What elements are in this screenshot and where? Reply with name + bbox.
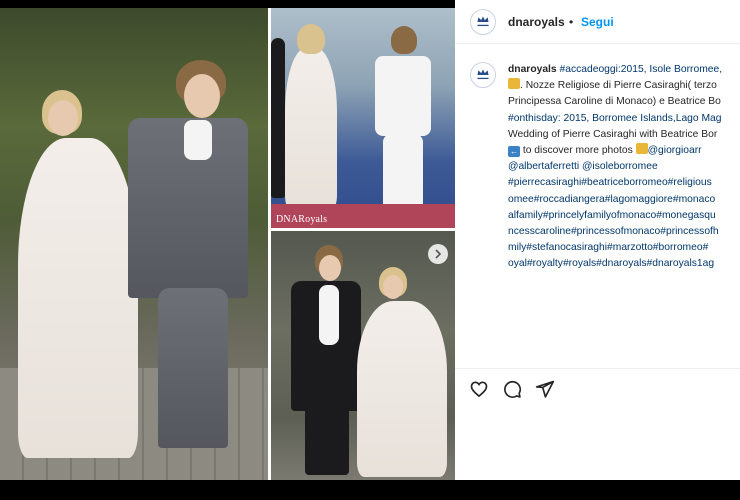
photo-couple-waving <box>271 231 455 480</box>
bottom-frame <box>0 480 740 500</box>
profile-avatar[interactable] <box>470 9 496 35</box>
photo-couple-stage <box>271 8 455 228</box>
caption-text-7[interactable]: @albertaferretti @isoleborromee <box>508 159 740 175</box>
caption-text-5: Wedding of Pierre Casiraghi with Beatric… <box>508 128 718 140</box>
groom-trousers-2 <box>383 134 423 214</box>
post-side-panel: dnaroyals • Segui dnaroyals #accadeoggi:… <box>455 0 740 500</box>
bride-face-3 <box>383 275 403 299</box>
caption-username[interactable]: dnaroyals <box>508 64 557 75</box>
post-header: dnaroyals • Segui <box>455 0 740 44</box>
crown-emoji-icon <box>508 78 520 90</box>
guest-left <box>271 38 285 198</box>
post-actions <box>455 368 740 408</box>
follow-button[interactable]: Segui <box>581 15 614 29</box>
back-arrow-emoji-icon: ← <box>508 146 520 158</box>
photo-couple-walking <box>0 8 268 480</box>
groom-shirt-3 <box>319 285 339 345</box>
caption-text-1: #accadeoggi:2015, Isole Borromee, <box>556 64 723 75</box>
groom-face-3 <box>319 255 341 281</box>
caption-avatar[interactable] <box>470 62 496 88</box>
post-caption: dnaroyals #accadeoggi:2015, Isole Borrom… <box>508 62 740 273</box>
crown-logo-icon <box>477 16 489 27</box>
bride-gown <box>18 138 138 458</box>
caption-line-2: . Nozze Religiose di Pierre Casiraghi( t… <box>508 78 740 94</box>
caption-text-11[interactable]: ncesscaroline#princessofmonaco#princesso… <box>508 224 740 240</box>
caption-line-1: dnaroyals #accadeoggi:2015, Isole Borrom… <box>508 62 740 78</box>
share-icon <box>535 380 555 398</box>
groom-trousers-3 <box>305 401 349 475</box>
post-media[interactable]: DNARoyals <box>0 8 455 480</box>
bride-gown-2 <box>285 48 337 208</box>
caption-text-10[interactable]: alfamily#princelyfamilyofmonaco#monegasq… <box>508 208 740 224</box>
caption-text-3: Principessa Caroline di Monaco) e Beatri… <box>508 96 721 108</box>
bride-gown-3 <box>357 301 447 477</box>
like-button[interactable] <box>469 379 489 399</box>
heart-icon <box>470 381 488 398</box>
comment-icon <box>504 380 522 398</box>
groom-face <box>184 74 220 118</box>
caption-mention-inline[interactable]: @giorgioarr <box>648 145 702 156</box>
groom-hair-2 <box>391 26 417 54</box>
groom-shirt-2 <box>375 56 431 136</box>
caption-text-6: to discover more photos <box>520 145 636 157</box>
separator-dot: • <box>569 15 574 29</box>
bride-hair-2 <box>297 24 325 54</box>
crown-logo-icon <box>477 69 489 80</box>
comment-button[interactable] <box>502 379 522 399</box>
caption-text-2: . Nozze Religiose di Pierre Casiraghi( t… <box>520 80 717 92</box>
caption-text-4: #onthisday: 2015, Borromee Islands,Lago … <box>508 112 722 124</box>
caption-text-9[interactable]: omee#roccadiangera#lagomaggiore#monaco <box>508 192 740 208</box>
share-button[interactable] <box>535 379 555 399</box>
chevron-right-icon <box>435 249 442 259</box>
caption-text-12[interactable]: mily#stefanocasiraghi#marzotto#borromeo# <box>508 240 740 256</box>
header-username[interactable]: dnaroyals <box>508 15 565 29</box>
bride-face <box>48 100 78 136</box>
caption-line-6: ← to discover more photos @giorgioarr <box>508 143 740 159</box>
crown-emoji-icon <box>635 143 648 155</box>
groom-shirt <box>184 120 212 160</box>
caption-text-8[interactable]: #pierrecasiraghi#beatriceborromeo#religi… <box>508 175 740 191</box>
groom-trousers <box>158 288 228 448</box>
carousel-next-button[interactable] <box>428 244 448 264</box>
caption-text-13[interactable]: oyal#royalty#royals#dnaroyals#dnaroyals1… <box>508 256 740 272</box>
watermark-text: DNARoyals <box>276 214 328 225</box>
